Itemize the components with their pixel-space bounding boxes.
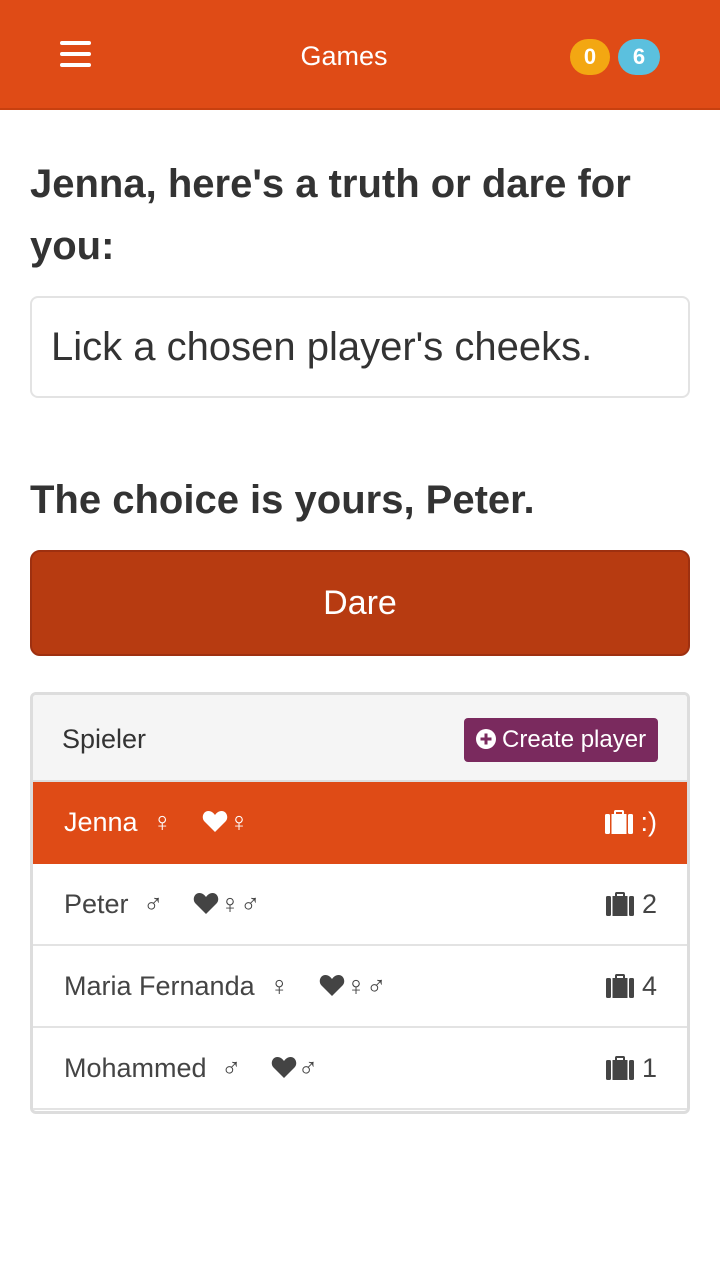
count-badge-right[interactable]: 6 xyxy=(618,39,660,75)
briefcase-icon xyxy=(604,810,633,834)
player-name: Mohammed xyxy=(64,1053,207,1083)
briefcase-icon xyxy=(605,974,634,998)
players-panel: Spieler Create player Jenna ♀ ♀ :) Peter… xyxy=(30,692,690,1114)
gender-symbol: ♂ xyxy=(221,1053,242,1083)
dare-button[interactable]: Dare xyxy=(30,550,690,656)
player-stats: :) xyxy=(604,782,658,862)
heart-icon xyxy=(271,1057,297,1078)
likes-symbols: ♀♂ xyxy=(219,889,261,919)
create-player-button[interactable]: Create player xyxy=(464,718,658,762)
briefcase-icon xyxy=(605,892,634,916)
likes-symbols: ♀♂ xyxy=(345,971,387,1001)
player-row-peter[interactable]: Peter ♂ ♀♂ 2 xyxy=(33,864,687,946)
gender-symbol: ♀ xyxy=(269,971,290,1001)
task-text-box: Lick a chosen player's cheeks. xyxy=(30,296,690,398)
player-row-mohammed[interactable]: Mohammed ♂ ♂ 1 xyxy=(33,1028,687,1110)
player-name: Peter xyxy=(64,889,129,919)
choice-heading: The choice is yours, Peter. xyxy=(30,478,535,522)
player-row-maria-fernanda[interactable]: Maria Fernanda ♀ ♀♂ 4 xyxy=(33,946,687,1028)
heart-icon xyxy=(193,893,219,914)
plus-circle-icon xyxy=(476,729,496,749)
player-count: :) xyxy=(640,807,658,837)
likes-symbols: ♂ xyxy=(297,1053,319,1083)
briefcase-icon xyxy=(605,1056,634,1080)
players-panel-header: Spieler Create player xyxy=(33,695,687,782)
likes-symbols: ♀ xyxy=(228,807,250,837)
player-info: Maria Fernanda ♀ ♀♂ xyxy=(64,946,386,1026)
player-count: 2 xyxy=(641,889,657,919)
player-count: 4 xyxy=(641,971,657,1001)
gender-symbol: ♀ xyxy=(152,807,173,837)
player-info: Mohammed ♂ ♂ xyxy=(64,1028,318,1108)
players-panel-title: Spieler xyxy=(62,724,147,754)
heart-icon xyxy=(202,811,228,832)
prompt-heading: Jenna, here's a truth or dare for you: xyxy=(30,162,631,268)
count-badge-left[interactable]: 0 xyxy=(570,39,610,75)
heart-icon xyxy=(319,975,345,996)
player-stats: 4 xyxy=(605,946,657,1026)
player-count: 1 xyxy=(641,1053,657,1083)
create-player-label: Create player xyxy=(502,726,647,753)
player-stats: 1 xyxy=(605,1028,657,1108)
gender-symbol: ♂ xyxy=(143,889,164,919)
player-row-jenna[interactable]: Jenna ♀ ♀ :) xyxy=(33,782,687,864)
top-navbar: Games 0 6 xyxy=(0,0,720,110)
player-name: Jenna xyxy=(64,807,138,837)
player-info: Jenna ♀ ♀ xyxy=(64,782,249,862)
player-info: Peter ♂ ♀♂ xyxy=(64,864,260,944)
player-name: Maria Fernanda xyxy=(64,971,255,1001)
player-stats: 2 xyxy=(605,864,657,944)
